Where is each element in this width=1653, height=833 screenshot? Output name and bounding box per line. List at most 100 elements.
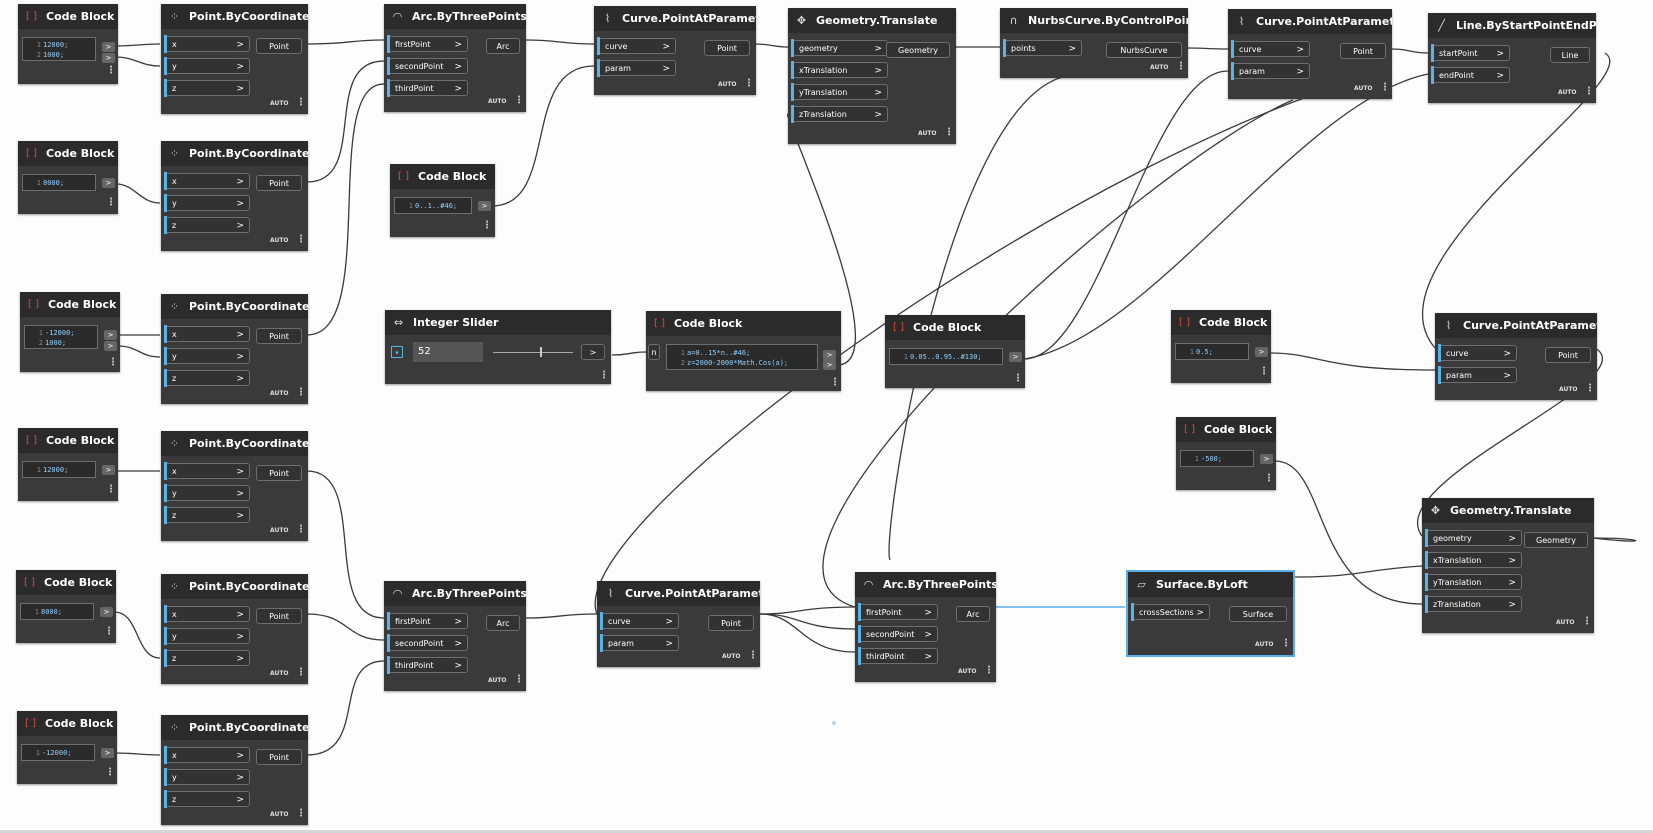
integer-slider-node[interactable]: ⇔ Integer Slider ▾ 52 > ⋮ bbox=[385, 310, 611, 384]
code-editor[interactable]: 1 8000; bbox=[22, 174, 96, 191]
output-port-point[interactable]: Point bbox=[708, 615, 754, 631]
code-block-node[interactable]: [ ] Code Block 1 -12000; > ⋮ bbox=[17, 711, 117, 784]
lacing-auto-label[interactable]: AUTO bbox=[1150, 64, 1169, 71]
lacing-auto-label[interactable]: AUTO bbox=[1559, 386, 1578, 393]
input-port-x[interactable]: x > bbox=[164, 462, 250, 480]
node-menu-icon[interactable]: ⋮ bbox=[1584, 87, 1594, 97]
point-bycoordinates-node[interactable]: ⁘ Point.ByCoordinates x > y > z > Point AUT… bbox=[161, 141, 308, 251]
curve-pointatparameter-node[interactable]: ⌇ Curve.PointAtParameter curve > param > P… bbox=[1435, 313, 1597, 400]
input-port-geometry[interactable]: geometry > bbox=[791, 39, 888, 57]
output-port[interactable]: > bbox=[100, 607, 113, 617]
output-port-point[interactable]: Point bbox=[256, 465, 302, 481]
expand-icon[interactable]: ▾ bbox=[391, 346, 403, 358]
lacing-auto-label[interactable]: AUTO bbox=[270, 670, 289, 677]
node-menu-icon[interactable]: ⋮ bbox=[105, 768, 115, 778]
node-menu-icon[interactable]: ⋮ bbox=[1013, 374, 1023, 384]
node-menu-icon[interactable]: ⋮ bbox=[104, 627, 114, 637]
input-port-y[interactable]: y > bbox=[164, 627, 250, 645]
input-port-y[interactable]: y > bbox=[164, 768, 250, 786]
input-port-curve[interactable]: curve > bbox=[1231, 40, 1310, 58]
input-port-yTranslation[interactable]: yTranslation > bbox=[791, 83, 888, 101]
slider-track[interactable] bbox=[493, 352, 573, 353]
node-menu-icon[interactable]: ⋮ bbox=[296, 98, 306, 108]
code-editor[interactable]: 1 a=0..15*n..#46; 2 z=2000-2000*Math.Cos(a… bbox=[666, 344, 818, 370]
node-menu-icon[interactable]: ⋮ bbox=[296, 388, 306, 398]
node-menu-icon[interactable]: ⋮ bbox=[1264, 474, 1274, 484]
output-port-point[interactable]: Point bbox=[256, 749, 302, 765]
lacing-auto-label[interactable]: AUTO bbox=[270, 390, 289, 397]
code-block-node[interactable]: [ ] Code Block 1 0..1..#46; > ⋮ bbox=[390, 164, 495, 237]
lacing-auto-label[interactable]: AUTO bbox=[918, 130, 937, 137]
node-menu-icon[interactable]: ⋮ bbox=[296, 809, 306, 819]
output-port-point[interactable]: Point bbox=[704, 40, 750, 56]
node-menu-icon[interactable]: ⋮ bbox=[514, 96, 524, 106]
input-port-z[interactable]: z > bbox=[164, 79, 250, 97]
line-bystartpointendpoint-node[interactable]: ╱Line.ByStartPointEndPoint startPoint > … bbox=[1428, 13, 1596, 103]
nurbscurve-bycontrolpoints-node[interactable]: ∩ NurbsCurve.ByControlPoints points > Nurb… bbox=[1000, 8, 1188, 78]
input-port-param[interactable]: param > bbox=[597, 59, 676, 77]
input-port-z[interactable]: z > bbox=[164, 649, 250, 667]
code-editor[interactable]: 1 8000; bbox=[20, 603, 94, 620]
input-port-secondPoint[interactable]: secondPoint > bbox=[858, 625, 938, 643]
node-menu-icon[interactable]: ⋮ bbox=[482, 221, 492, 231]
output-port-geometry[interactable]: Geometry bbox=[1524, 532, 1588, 548]
output-port[interactable]: > bbox=[581, 344, 605, 360]
node-menu-icon[interactable]: ⋮ bbox=[1585, 384, 1595, 394]
input-port-param[interactable]: param > bbox=[1231, 62, 1310, 80]
lacing-auto-label[interactable]: AUTO bbox=[718, 81, 737, 88]
code-block-node[interactable]: [ ] Code Block 1 0.5; > ⋮ bbox=[1171, 310, 1271, 383]
input-port-x[interactable]: x > bbox=[164, 605, 250, 623]
lacing-auto-label[interactable]: AUTO bbox=[270, 100, 289, 107]
code-block-node[interactable]: [ ] Code Block 1 8000; > ⋮ bbox=[18, 141, 118, 214]
node-menu-icon[interactable]: ⋮ bbox=[744, 79, 754, 89]
code-editor[interactable]: 1 12000; 2 1000; bbox=[22, 37, 96, 61]
output-port-line[interactable]: Line bbox=[1550, 47, 1590, 63]
input-port-zTranslation[interactable]: zTranslation > bbox=[1425, 595, 1522, 613]
output-port[interactable]: > bbox=[104, 341, 117, 351]
node-menu-icon[interactable]: ⋮ bbox=[748, 651, 758, 661]
input-port-yTranslation[interactable]: yTranslation > bbox=[1425, 573, 1522, 591]
node-menu-icon[interactable]: ⋮ bbox=[108, 358, 118, 368]
input-port-x[interactable]: x > bbox=[164, 325, 250, 343]
lacing-auto-label[interactable]: AUTO bbox=[958, 668, 977, 675]
output-port[interactable]: > bbox=[102, 178, 115, 188]
output-port-point[interactable]: Point bbox=[256, 38, 302, 54]
output-port[interactable]: > bbox=[102, 465, 115, 475]
code-editor[interactable]: 1 -12000; 2 1000; bbox=[24, 325, 98, 349]
input-port-points[interactable]: points > bbox=[1003, 39, 1082, 57]
lacing-auto-label[interactable]: AUTO bbox=[1556, 619, 1575, 626]
node-menu-icon[interactable]: ⋮ bbox=[1380, 83, 1390, 93]
input-port-firstPoint[interactable]: firstPoint > bbox=[387, 35, 468, 53]
output-port[interactable]: > bbox=[823, 360, 836, 370]
input-port-xTranslation[interactable]: xTranslation > bbox=[791, 61, 888, 79]
code-editor[interactable]: 1 -12000; bbox=[21, 744, 95, 761]
lacing-auto-label[interactable]: AUTO bbox=[270, 527, 289, 534]
output-port[interactable]: > bbox=[823, 350, 836, 360]
input-port-thirdPoint[interactable]: thirdPoint > bbox=[858, 647, 938, 665]
output-port-arc[interactable]: Arc bbox=[956, 606, 990, 622]
output-port-geometry[interactable]: Geometry bbox=[886, 42, 950, 58]
curve-pointatparameter-node[interactable]: ⌇ Curve.PointAtParameter curve > param > P… bbox=[594, 6, 756, 95]
node-menu-icon[interactable]: ⋮ bbox=[944, 128, 954, 138]
code-block-node[interactable]: [ ] Code Block 1 -12000; 2 1000; > > ⋮ bbox=[20, 292, 120, 372]
output-port-point[interactable]: Point bbox=[256, 608, 302, 624]
code-editor[interactable]: 1 0..1..#46; bbox=[394, 197, 472, 214]
output-port[interactable]: > bbox=[104, 330, 117, 340]
node-menu-icon[interactable]: ⋮ bbox=[296, 235, 306, 245]
code-editor[interactable]: 1 12000; bbox=[22, 461, 96, 478]
input-port-y[interactable]: y > bbox=[164, 484, 250, 502]
slider-value[interactable]: 52 bbox=[413, 342, 483, 362]
output-port-point[interactable]: Point bbox=[256, 328, 302, 344]
lacing-auto-label[interactable]: AUTO bbox=[1354, 85, 1373, 92]
input-port-curve[interactable]: curve > bbox=[600, 612, 679, 630]
code-editor[interactable]: 1 0.5; bbox=[1175, 343, 1249, 360]
input-port-thirdPoint[interactable]: thirdPoint > bbox=[387, 656, 468, 674]
output-port-arc[interactable]: Arc bbox=[486, 38, 520, 54]
input-port-firstPoint[interactable]: firstPoint > bbox=[858, 603, 938, 621]
lacing-auto-label[interactable]: AUTO bbox=[270, 811, 289, 818]
output-port[interactable]: > bbox=[101, 748, 114, 758]
lacing-auto-label[interactable]: AUTO bbox=[488, 677, 507, 684]
node-menu-icon[interactable]: ⋮ bbox=[599, 371, 609, 381]
node-menu-icon[interactable]: ⋮ bbox=[1582, 617, 1592, 627]
node-menu-icon[interactable]: ⋮ bbox=[1176, 62, 1186, 72]
